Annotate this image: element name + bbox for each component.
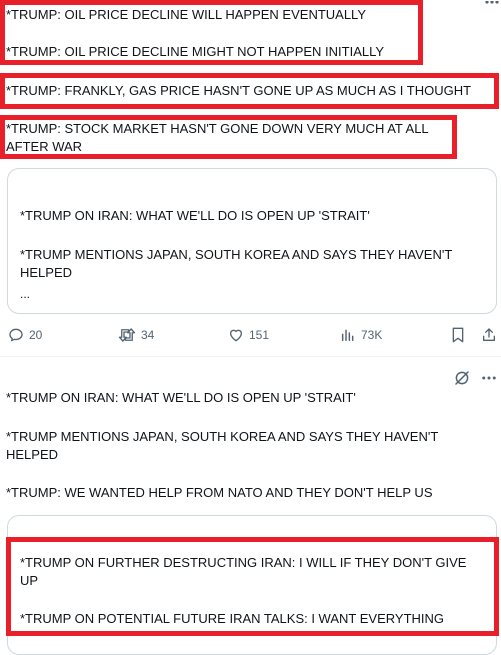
views-count: 73K <box>361 328 383 342</box>
quoted-post-line: *TRUMP MENTIONS JAPAN, SOUTH KOREA AND S… <box>20 247 453 262</box>
share-icon <box>481 327 497 343</box>
reply-count: 20 <box>29 328 43 342</box>
post-2-line: HELPED <box>6 447 59 462</box>
bookmark-button[interactable] <box>451 325 465 345</box>
highlight-box <box>0 73 499 109</box>
quoted-post-line: *TRUMP ON FURTHER DESTRUCTING IRAN: I WI… <box>20 555 467 570</box>
quoted-post-card[interactable] <box>7 168 497 314</box>
highlight-box <box>0 115 457 159</box>
repost-count: 34 <box>141 328 155 342</box>
highlight-box <box>0 0 423 65</box>
post-2-line: *TRUMP MENTIONS JAPAN, SOUTH KOREA AND S… <box>6 429 439 444</box>
quoted-post-line: HELPED <box>20 265 73 280</box>
grok-icon[interactable] <box>453 369 471 387</box>
like-button[interactable]: 151 <box>228 325 269 345</box>
post-divider <box>0 356 501 357</box>
reply-button[interactable]: 20 <box>8 325 42 345</box>
like-icon <box>228 327 244 343</box>
views-icon <box>340 327 356 343</box>
quoted-post-line: UP <box>20 573 39 588</box>
post-2-line: *TRUMP ON IRAN: WHAT WE'LL DO IS OPEN UP… <box>6 390 356 405</box>
post-2-line: *TRUMP: WE WANTED HELP FROM NATO AND THE… <box>6 485 433 500</box>
like-count: 151 <box>249 328 270 342</box>
more-icon[interactable] <box>484 0 500 6</box>
repost-button[interactable]: 34 <box>118 325 154 345</box>
share-button[interactable] <box>481 325 497 345</box>
bookmark-icon <box>451 327 465 343</box>
quoted-post-line: *TRUMP ON IRAN: WHAT WE'LL DO IS OPEN UP… <box>20 208 370 223</box>
reply-icon <box>8 327 24 343</box>
views-button[interactable]: 73K <box>340 325 382 345</box>
repost-icon <box>118 327 136 343</box>
more-icon[interactable] <box>480 369 498 387</box>
quoted-post-ellipsis: ... <box>20 287 31 301</box>
quoted-post-line: *TRUMP ON POTENTIAL FUTURE IRAN TALKS: I… <box>20 611 445 626</box>
